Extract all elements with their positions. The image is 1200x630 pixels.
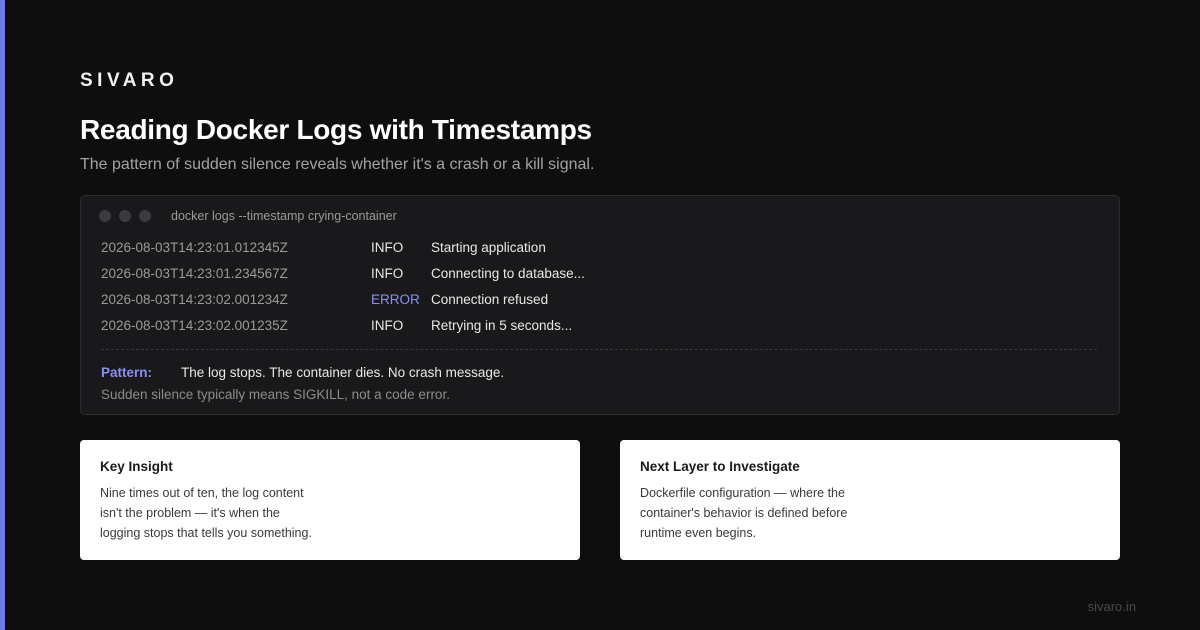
card-title: Next Layer to Investigate: [640, 459, 800, 474]
window-controls: [99, 210, 151, 222]
log-row: 2026-08-03T14:23:01.234567Z INFO Connect…: [101, 266, 1101, 286]
log-timestamp: 2026-08-03T14:23:02.001235Z: [101, 318, 288, 333]
footer-url: sivaro.in: [1087, 599, 1136, 614]
page-subtitle: The pattern of sudden silence reveals wh…: [80, 156, 595, 173]
log-row: 2026-08-03T14:23:01.012345Z INFO Startin…: [101, 240, 1101, 260]
accent-bar: [0, 0, 5, 630]
log-row: 2026-08-03T14:23:02.001234Z ERROR Connec…: [101, 292, 1101, 312]
log-timestamp: 2026-08-03T14:23:02.001234Z: [101, 292, 288, 307]
brand-logo: SIVARO: [80, 70, 179, 91]
log-message: Starting application: [431, 240, 546, 255]
card-line: runtime even begins.: [640, 526, 757, 540]
card-line: container's behavior is defined before: [640, 506, 848, 520]
key-insight-card: Key Insight Nine times out of ten, the l…: [80, 440, 580, 560]
log-message: Connecting to database...: [431, 266, 585, 281]
dashed-divider: [101, 349, 1097, 350]
log-level: INFO: [371, 318, 404, 333]
card-line: Nine times out of ten, the log content: [100, 486, 304, 500]
log-message: Connection refused: [431, 292, 549, 307]
window-dot-icon: [119, 210, 131, 222]
card-title: Key Insight: [100, 459, 173, 474]
terminal-window: docker logs --timestamp crying-container…: [80, 195, 1120, 415]
card-body: Nine times out of ten, the log content i…: [100, 483, 340, 543]
card-line: isn't the problem — it's when the: [100, 506, 280, 520]
log-timestamp: 2026-08-03T14:23:01.234567Z: [101, 266, 288, 281]
window-dot-icon: [99, 210, 111, 222]
log-message: Retrying in 5 seconds...: [431, 318, 573, 333]
log-level-error: ERROR: [371, 292, 420, 307]
card-line: logging stops that tells you something.: [100, 526, 312, 540]
window-dot-icon: [139, 210, 151, 222]
log-level: INFO: [371, 240, 404, 255]
card-line: Dockerfile configuration — where the: [640, 486, 845, 500]
terminal-command: docker logs --timestamp crying-container: [171, 209, 397, 223]
log-level: INFO: [371, 266, 404, 281]
log-timestamp: 2026-08-03T14:23:01.012345Z: [101, 240, 288, 255]
next-layer-card: Next Layer to Investigate Dockerfile con…: [620, 440, 1120, 560]
card-body: Dockerfile configuration — where the con…: [640, 483, 880, 543]
pattern-label: Pattern:: [101, 365, 153, 380]
pattern-note: Sudden silence typically means SIGKILL, …: [101, 387, 450, 402]
page-title: Reading Docker Logs with Timestamps: [80, 114, 592, 145]
page: SIVARO Reading Docker Logs with Timestam…: [0, 0, 1200, 630]
pattern-text: The log stops. The container dies. No cr…: [181, 365, 505, 380]
log-row: 2026-08-03T14:23:02.001235Z INFO Retryin…: [101, 318, 1101, 338]
